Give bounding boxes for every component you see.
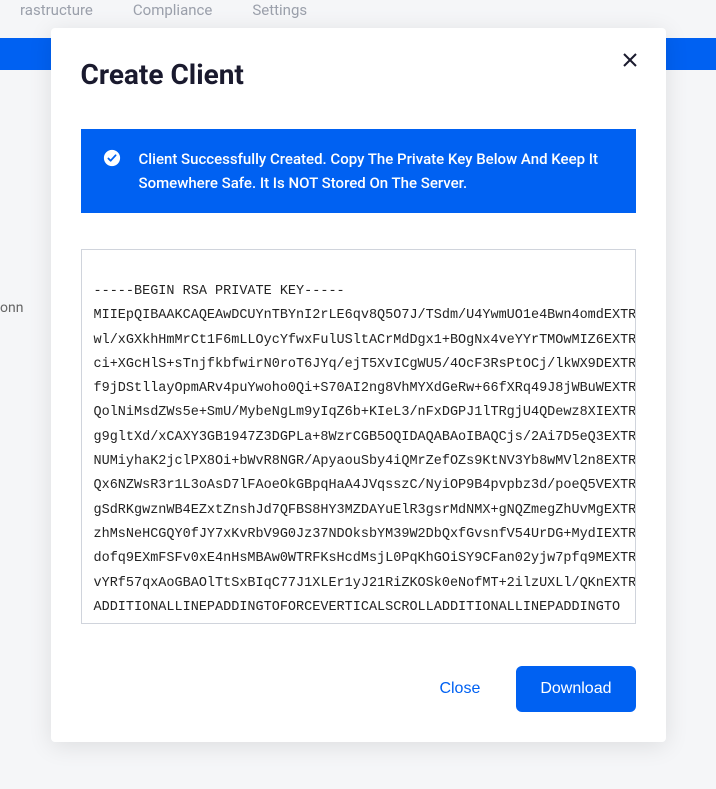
background-sidebar-fragment: onn: [0, 300, 23, 316]
close-icon: [622, 52, 638, 68]
close-button[interactable]: Close: [427, 670, 492, 708]
alert-message: Client Successfully Created. Copy The Pr…: [139, 147, 614, 195]
modal-footer: Close Download: [81, 666, 636, 712]
modal-overlay: Create Client Client Successfully Create…: [50, 0, 666, 789]
modal-title: Create Client: [81, 58, 636, 91]
success-alert: Client Successfully Created. Copy The Pr…: [81, 129, 636, 213]
private-key-textarea[interactable]: -----BEGIN RSA PRIVATE KEY----- MIIEpQIB…: [81, 249, 636, 624]
create-client-modal: Create Client Client Successfully Create…: [51, 28, 666, 742]
private-key-text: -----BEGIN RSA PRIVATE KEY----- MIIEpQIB…: [94, 280, 623, 624]
check-circle-icon: [103, 149, 121, 167]
download-button[interactable]: Download: [516, 666, 635, 712]
modal-close-button[interactable]: [618, 48, 642, 72]
